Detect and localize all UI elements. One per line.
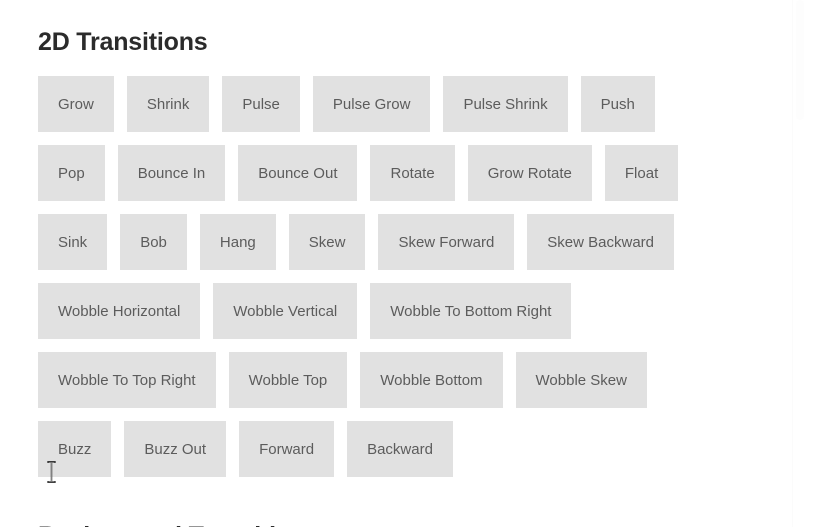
effect-button[interactable]: Wobble Vertical — [213, 283, 358, 339]
effect-button[interactable]: Skew Backward — [527, 214, 675, 270]
effect-button[interactable]: Pulse — [222, 76, 300, 132]
effect-button[interactable]: Wobble Horizontal — [38, 283, 201, 339]
effect-button[interactable]: Bounce In — [117, 145, 226, 201]
effect-button[interactable]: Wobble Bottom — [360, 352, 503, 408]
effect-button[interactable]: Buzz — [38, 421, 112, 477]
effect-button[interactable]: Pulse Shrink — [443, 76, 568, 132]
effect-button[interactable]: Grow — [38, 76, 114, 132]
effect-button[interactable]: Backward — [347, 421, 453, 477]
effect-button[interactable]: Bob — [120, 214, 187, 270]
effect-button[interactable]: Shrink — [126, 76, 210, 132]
effect-button[interactable]: Rotate — [370, 145, 455, 201]
effect-button-grid-2d: Grow Shrink Pulse Pulse Grow Pulse Shrink Pus… — [38, 76, 738, 490]
effect-button[interactable]: Wobble Skew — [515, 352, 647, 408]
effect-button[interactable]: Pop — [38, 145, 105, 201]
page-container: 2D Transitions Grow Shrink Pulse Pulse Grow… — [0, 0, 806, 527]
page-title: 2D Transitions — [38, 28, 208, 56]
effect-button[interactable]: Push — [580, 76, 655, 132]
section-2d-transitions: 2D Transitions Grow Shrink Pulse Pulse Grow… — [38, 20, 806, 490]
effect-button[interactable]: Skew Forward — [378, 214, 515, 270]
effect-button[interactable]: Grow Rotate — [467, 145, 592, 201]
effect-button[interactable]: Forward — [239, 421, 335, 477]
effect-button[interactable]: Sink — [38, 214, 108, 270]
content-area: 2D Transitions Grow Shrink Pulse Pulse Grow… — [0, 0, 806, 527]
section-heading-background: Background Transitions — [38, 520, 806, 527]
effect-button[interactable]: Float — [604, 145, 679, 201]
scrollbar-thumb[interactable] — [796, 0, 804, 120]
effect-button[interactable]: Wobble Top — [228, 352, 348, 408]
effect-button[interactable]: Wobble To Bottom Right — [370, 283, 572, 339]
effect-button[interactable]: Wobble To Top Right — [38, 352, 216, 408]
effect-button[interactable]: Bounce Out — [238, 145, 358, 201]
effect-button[interactable]: Buzz Out — [124, 421, 227, 477]
effect-button[interactable]: Hang — [199, 214, 276, 270]
effect-button[interactable]: Skew — [288, 214, 366, 270]
section-background-transitions: Background Transitions FadeBack PulseSwe… — [38, 520, 806, 527]
effect-button[interactable]: Pulse Grow — [312, 76, 431, 132]
vertical-scrollbar[interactable] — [792, 0, 806, 527]
